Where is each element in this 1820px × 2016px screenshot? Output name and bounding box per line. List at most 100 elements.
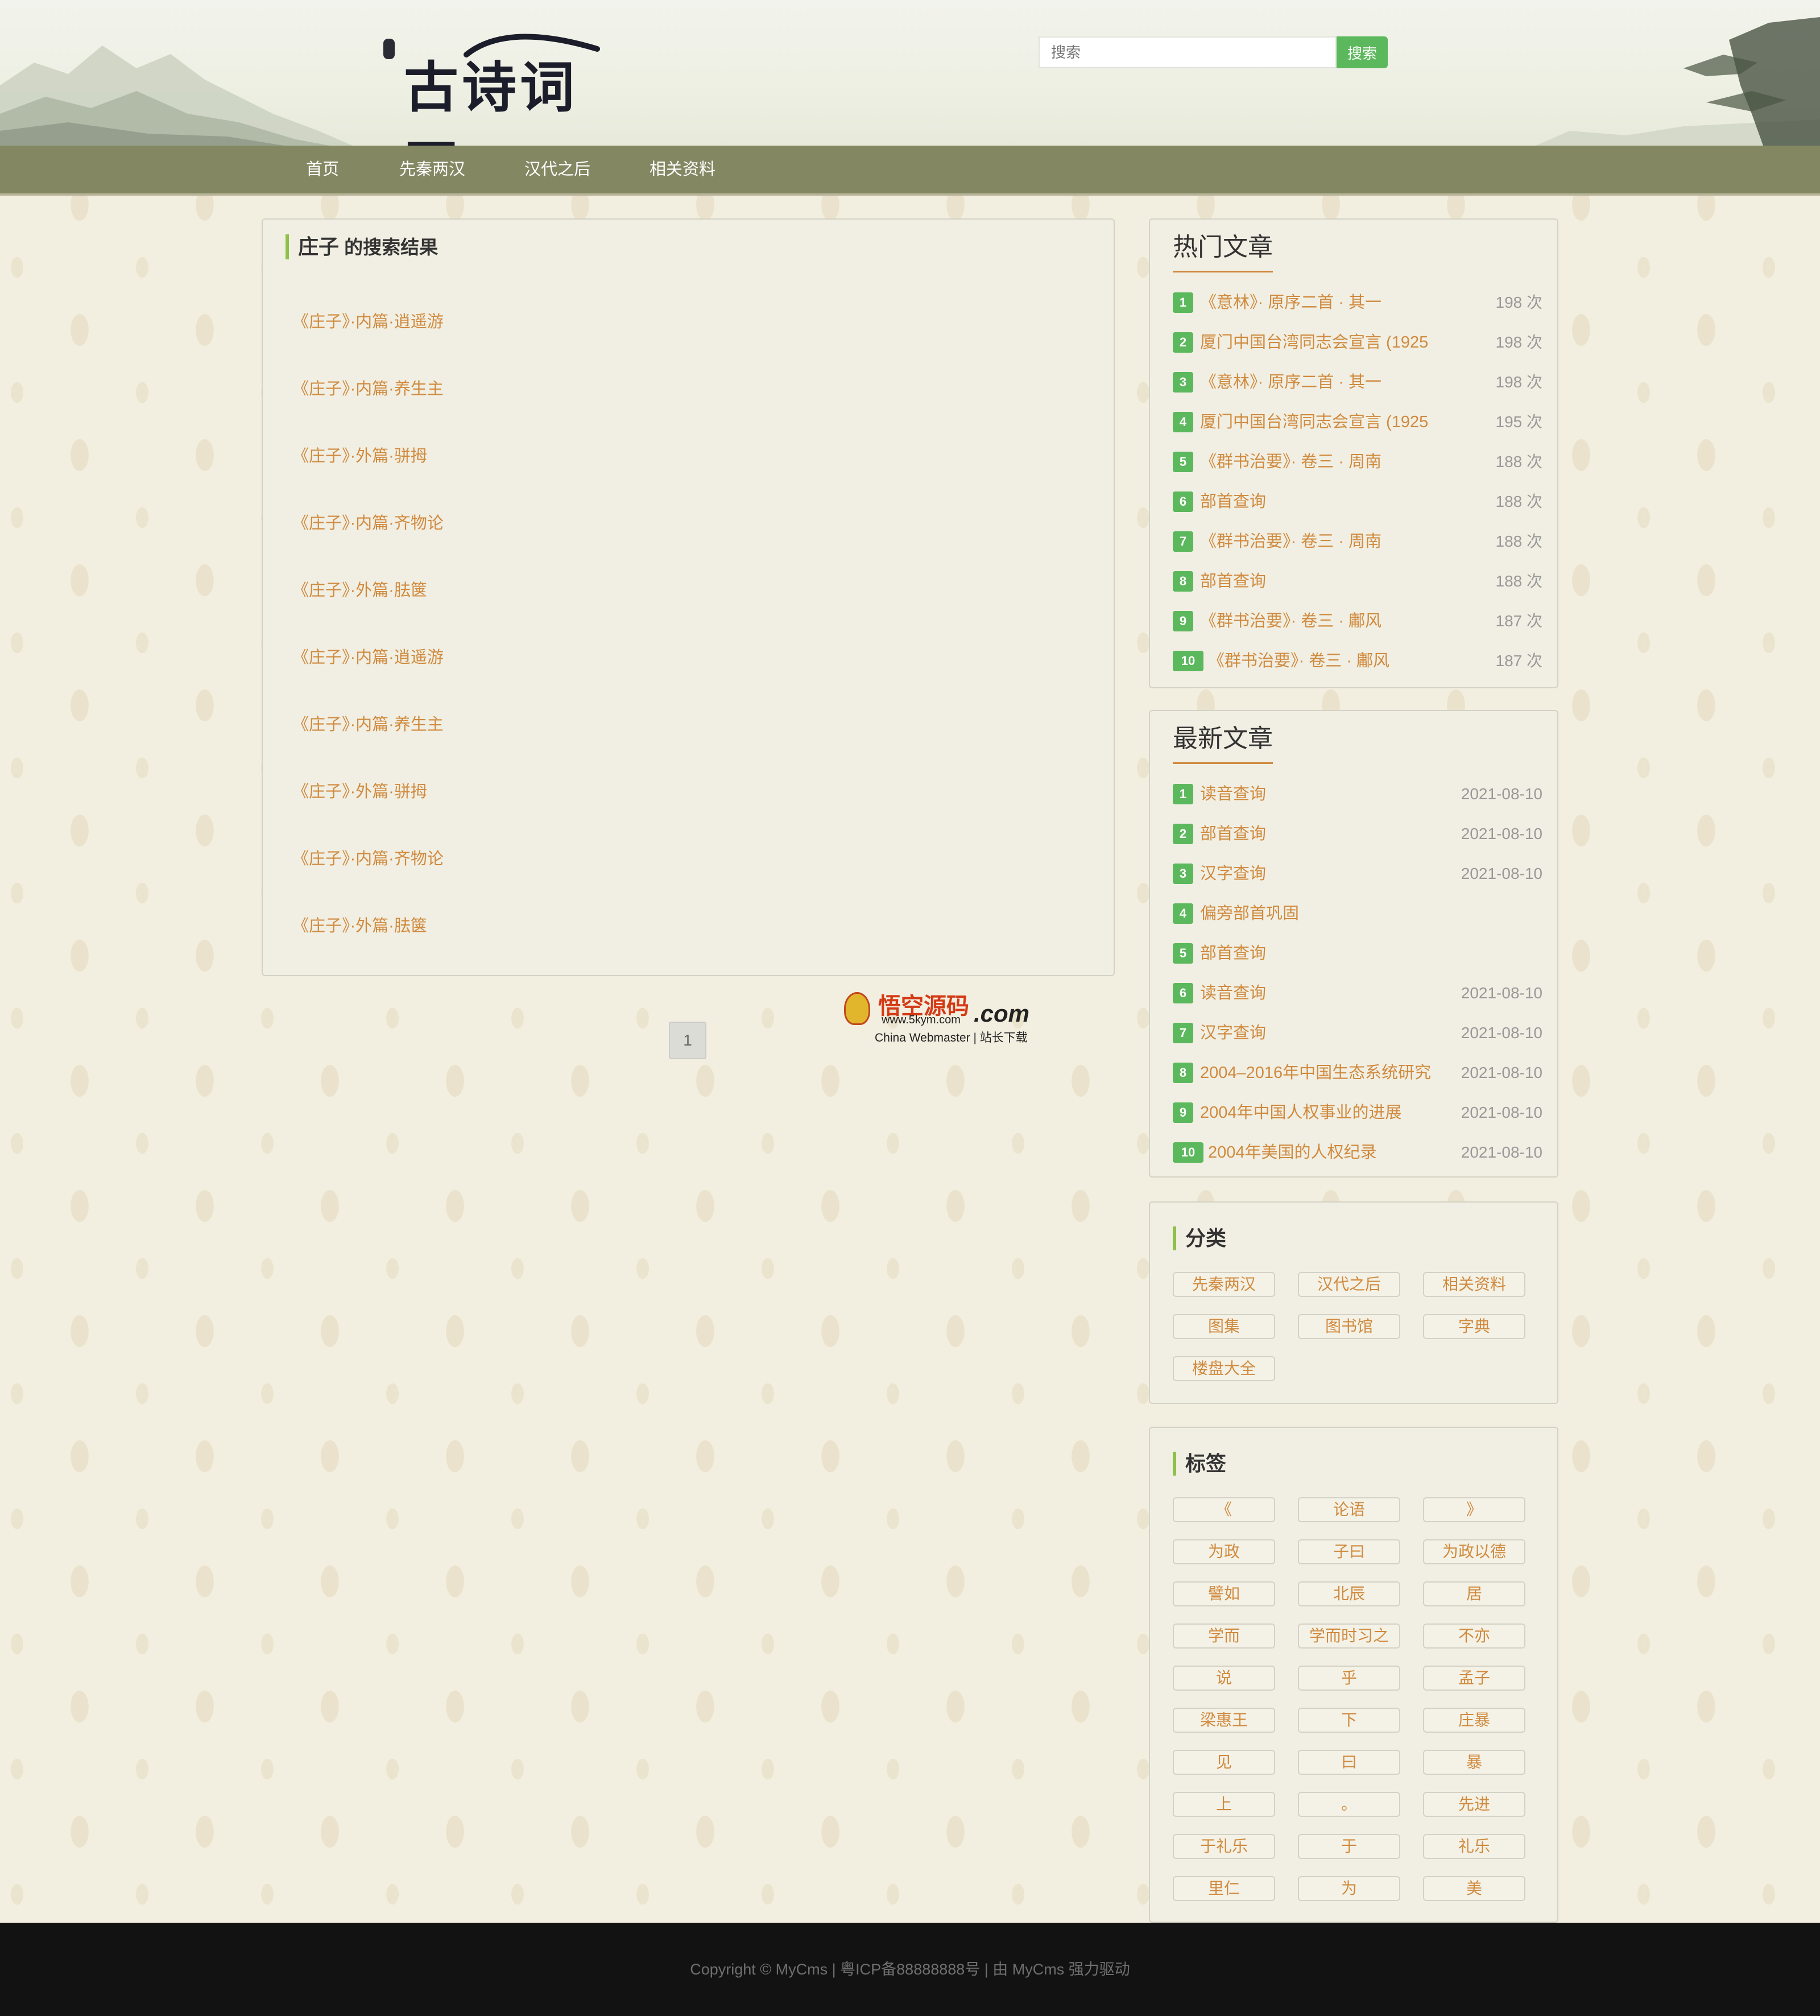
article-link[interactable]: 《群书治要》· 卷三 · 周南 [1200, 530, 1381, 553]
tag-link[interactable]: 为 [1298, 1876, 1400, 1901]
hot-article-item[interactable]: 4 厦门中国台湾同志会宣言 (1925 195 次 [1173, 411, 1542, 433]
article-link[interactable]: 部首查询 [1200, 942, 1266, 965]
article-link[interactable]: 《群书治要》· 卷三 · 鄘风 [1200, 610, 1381, 633]
category-tag[interactable]: 图集 [1173, 1314, 1275, 1339]
nav-after-han[interactable]: 汉代之后 [524, 146, 590, 193]
tag-link[interactable]: 。 [1298, 1792, 1400, 1817]
result-link[interactable]: 《庄子》·内篇·养生主 [292, 375, 444, 399]
tag-link[interactable]: 暴 [1423, 1750, 1525, 1775]
tag-link[interactable]: 《 [1173, 1497, 1275, 1522]
tag-link[interactable]: 下 [1298, 1708, 1400, 1733]
category-tag[interactable]: 先秦两汉 [1173, 1272, 1275, 1297]
hot-article-item[interactable]: 9 《群书治要》· 卷三 · 鄘风 187 次 [1173, 610, 1542, 633]
tag-link[interactable]: 孟子 [1423, 1666, 1525, 1691]
article-link[interactable]: 汉字查询 [1200, 1022, 1266, 1044]
hot-article-item[interactable]: 3 《意林》· 原序二首 · 其一 198 次 [1173, 371, 1542, 394]
tag-link[interactable]: 曰 [1298, 1750, 1400, 1775]
nav-resources[interactable]: 相关资料 [650, 146, 715, 193]
nav-pre-qin[interactable]: 先秦两汉 [399, 146, 465, 193]
tag-link[interactable]: 里仁 [1173, 1876, 1275, 1901]
latest-article-item[interactable]: 4 偏旁部首巩固 [1173, 902, 1542, 925]
tag-link[interactable]: 庄暴 [1423, 1708, 1525, 1733]
category-tag[interactable]: 字典 [1423, 1314, 1525, 1339]
tag-link[interactable]: 为政以德 [1423, 1539, 1525, 1564]
latest-article-item[interactable]: 5 部首查询 [1173, 942, 1542, 965]
tag-link[interactable]: 上 [1173, 1792, 1275, 1817]
category-tag[interactable]: 图书馆 [1298, 1314, 1400, 1339]
nav-home[interactable]: 首页 [306, 146, 339, 193]
hot-article-item[interactable]: 6 部首查询 188 次 [1173, 490, 1542, 513]
result-link[interactable]: 《庄子》·外篇·胠箧 [292, 577, 427, 601]
article-link[interactable]: 读音查询 [1200, 982, 1266, 1005]
article-link[interactable]: 部首查询 [1200, 823, 1266, 845]
latest-article-item[interactable]: 1 读音查询 2021-08-10 [1173, 783, 1542, 805]
result-link[interactable]: 《庄子》·内篇·齐物论 [292, 845, 444, 869]
article-link[interactable]: 部首查询 [1200, 570, 1266, 593]
article-link[interactable]: 2004年美国的人权纪录 [1208, 1141, 1377, 1164]
category-tag[interactable]: 楼盘大全 [1173, 1356, 1275, 1381]
tag-link[interactable]: 于礼乐 [1173, 1834, 1275, 1859]
tag-link[interactable]: 梁惠王 [1173, 1708, 1275, 1733]
article-link[interactable]: 《意林》· 原序二首 · 其一 [1200, 371, 1381, 394]
rank-badge: 9 [1173, 611, 1193, 631]
tag-link[interactable]: 譬如 [1173, 1581, 1275, 1606]
tag-link[interactable]: 论语 [1298, 1497, 1400, 1522]
article-link[interactable]: 厦门中国台湾同志会宣言 (1925 [1200, 411, 1428, 433]
article-link[interactable]: 2004年中国人权事业的进展 [1200, 1101, 1402, 1124]
search-button[interactable]: 搜索 [1337, 36, 1388, 68]
tag-link[interactable]: 居 [1423, 1581, 1525, 1606]
article-link[interactable]: 偏旁部首巩固 [1200, 902, 1299, 925]
tag-link[interactable]: 不亦 [1423, 1623, 1525, 1649]
article-link[interactable]: 厦门中国台湾同志会宣言 (1925 [1200, 331, 1428, 354]
pagination-page-1[interactable]: 1 [669, 1022, 706, 1059]
latest-article-item[interactable]: 6 读音查询 2021-08-10 [1173, 982, 1542, 1005]
tag-link[interactable]: 子曰 [1298, 1539, 1400, 1564]
article-link[interactable]: 《群书治要》· 卷三 · 周南 [1200, 451, 1381, 473]
result-link[interactable]: 《庄子》·内篇·逍遥游 [292, 644, 444, 668]
latest-article-item[interactable]: 2 部首查询 2021-08-10 [1173, 823, 1542, 845]
category-tag[interactable]: 汉代之后 [1298, 1272, 1400, 1297]
result-link[interactable]: 《庄子》·外篇·胠箧 [292, 912, 427, 936]
article-link[interactable]: 2004–2016年中国生态系统研究 [1200, 1061, 1431, 1084]
latest-article-item[interactable]: 10 2004年美国的人权纪录 2021-08-10 [1173, 1141, 1542, 1164]
result-link[interactable]: 《庄子》·外篇·骈拇 [292, 443, 427, 466]
tag-link[interactable]: 为政 [1173, 1539, 1275, 1564]
latest-article-item[interactable]: 9 2004年中国人权事业的进展 2021-08-10 [1173, 1101, 1542, 1124]
article-link[interactable]: 读音查询 [1200, 783, 1266, 805]
latest-article-item[interactable]: 3 汉字查询 2021-08-10 [1173, 862, 1542, 885]
hot-article-item[interactable]: 10 《群书治要》· 卷三 · 鄘风 187 次 [1173, 650, 1542, 672]
article-link[interactable]: 汉字查询 [1200, 862, 1266, 885]
article-link[interactable]: 《意林》· 原序二首 · 其一 [1200, 291, 1381, 314]
tag-link[interactable]: 礼乐 [1423, 1834, 1525, 1859]
hot-article-item[interactable]: 2 厦门中国台湾同志会宣言 (1925 198 次 [1173, 331, 1542, 354]
result-link[interactable]: 《庄子》·内篇·齐物论 [292, 510, 444, 534]
tag-link[interactable]: 于 [1298, 1834, 1400, 1859]
search-input[interactable] [1039, 36, 1337, 68]
latest-article-item[interactable]: 7 汉字查询 2021-08-10 [1173, 1022, 1542, 1044]
article-link[interactable]: 部首查询 [1200, 490, 1266, 513]
article-link[interactable]: 《群书治要》· 卷三 · 鄘风 [1208, 650, 1389, 672]
category-tag[interactable]: 相关资料 [1423, 1272, 1525, 1297]
result-link[interactable]: 《庄子》·内篇·养生主 [292, 711, 444, 735]
result-link[interactable]: 《庄子》·内篇·逍遥游 [292, 308, 444, 332]
hot-article-item[interactable]: 8 部首查询 188 次 [1173, 570, 1542, 593]
tag-link[interactable]: 先进 [1423, 1792, 1525, 1817]
latest-article-item[interactable]: 8 2004–2016年中国生态系统研究 2021-08-10 [1173, 1061, 1542, 1084]
rank-badge: 8 [1173, 1063, 1193, 1083]
tag-link[interactable]: 美 [1423, 1876, 1525, 1901]
tag-link[interactable]: 学而时习之 [1298, 1623, 1400, 1649]
article-date: 2021-08-10 [1461, 1024, 1542, 1042]
hot-article-item[interactable]: 5 《群书治要》· 卷三 · 周南 188 次 [1173, 451, 1542, 473]
view-count: 195 次 [1495, 413, 1543, 431]
result-link[interactable]: 《庄子》·外篇·骈拇 [292, 778, 427, 802]
rank-badge: 7 [1173, 1023, 1193, 1043]
site-logo[interactable]: 古诗词网 [381, 32, 603, 146]
tag-link[interactable]: 说 [1173, 1666, 1275, 1691]
hot-article-item[interactable]: 7 《群书治要》· 卷三 · 周南 188 次 [1173, 530, 1542, 553]
tag-link[interactable]: 》 [1423, 1497, 1525, 1522]
tag-link[interactable]: 北辰 [1298, 1581, 1400, 1606]
tag-link[interactable]: 乎 [1298, 1666, 1400, 1691]
tag-link[interactable]: 见 [1173, 1750, 1275, 1775]
hot-article-item[interactable]: 1 《意林》· 原序二首 · 其一 198 次 [1173, 291, 1542, 314]
tag-link[interactable]: 学而 [1173, 1623, 1275, 1649]
